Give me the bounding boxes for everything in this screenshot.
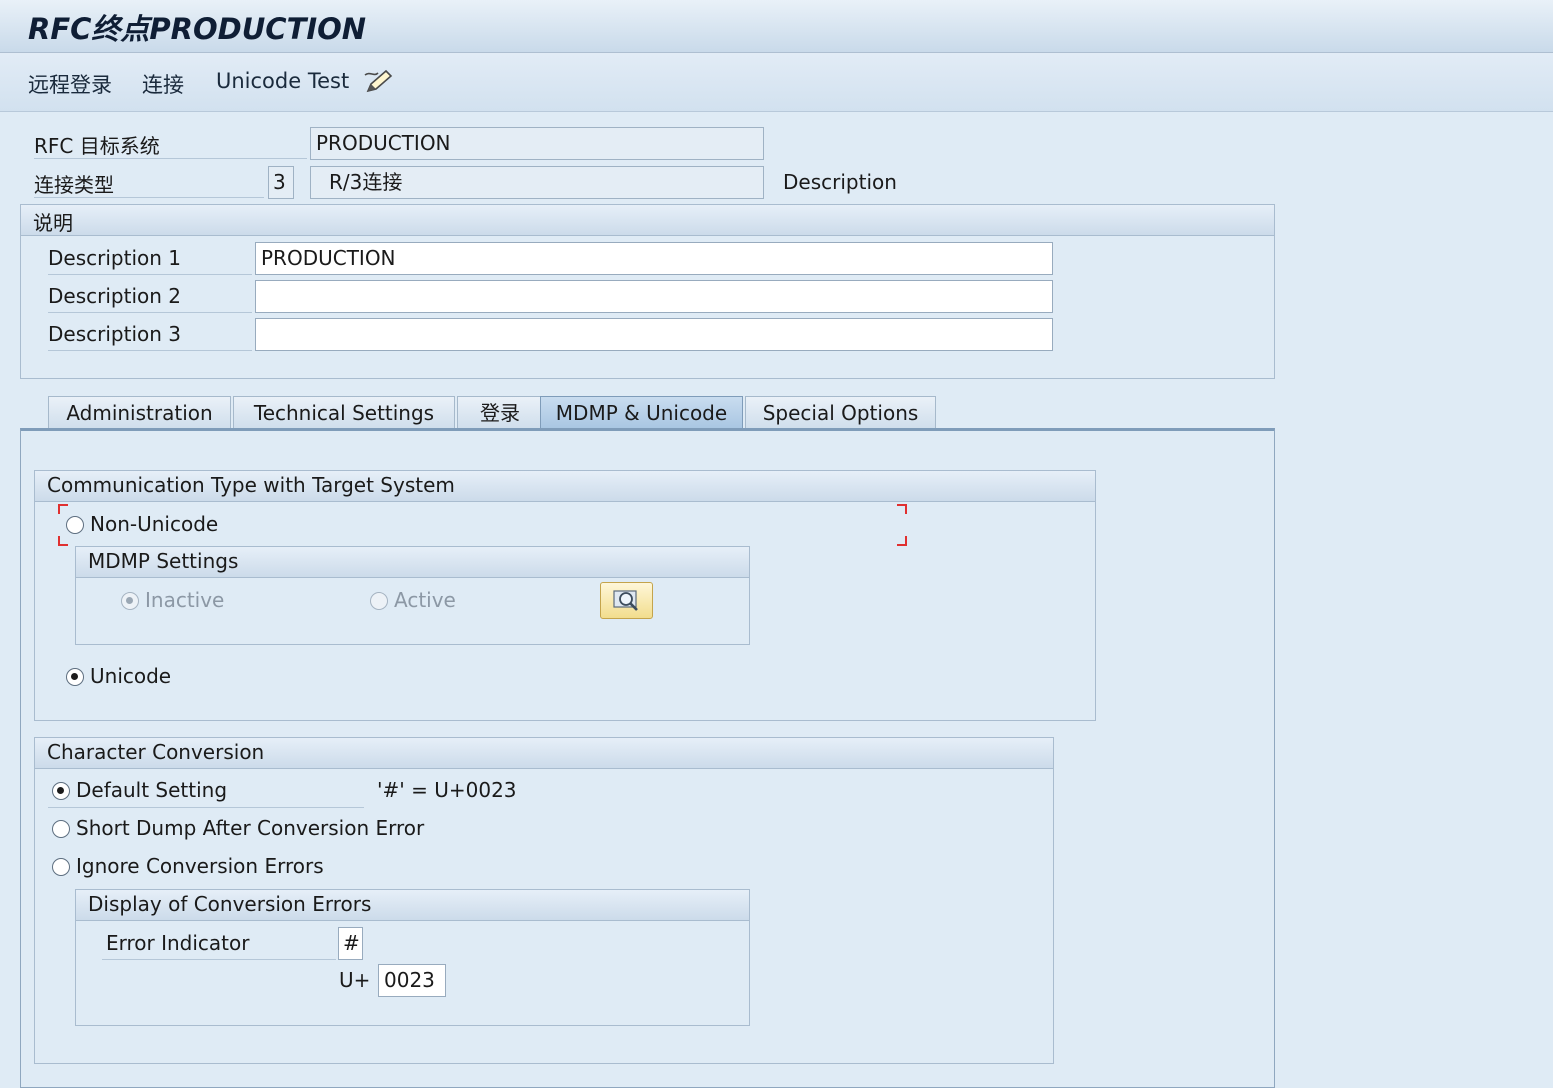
connection-test-button[interactable]: 连接 [142,69,184,99]
tab-logon[interactable]: 登录 [457,396,543,429]
display-conversion-errors-group-header: Display of Conversion Errors [76,890,749,921]
default-setting-note: '#' = U+0023 [377,778,517,802]
tab-administration[interactable]: Administration [48,396,231,429]
short-dump-label: Short Dump After Conversion Error [76,816,425,840]
application-toolbar: 远程登录 连接 Unicode Test [0,53,1553,112]
default-setting-radio[interactable] [52,782,70,800]
ignore-errors-label: Ignore Conversion Errors [76,854,324,878]
remote-login-button[interactable]: 远程登录 [28,69,112,99]
description-3-label: Description 3 [48,322,252,351]
unicode-radio[interactable] [66,668,84,686]
description-label: Description [783,170,897,194]
description-group-header: 说明 [21,205,1274,236]
mdmp-active-radio[interactable] [370,592,388,610]
character-conversion-group-header: Character Conversion [35,738,1053,769]
title-bar: RFC终点PRODUCTION [0,0,1553,53]
non-unicode-radio[interactable] [66,516,84,534]
description-3-label-text: Description 3 [48,322,181,346]
description-2-input[interactable] [255,280,1053,313]
non-unicode-label: Non-Unicode [90,512,219,536]
mdmp-details-button[interactable] [600,582,653,619]
default-setting-label: Default Setting [76,778,228,802]
focus-corner-bottom-left [58,536,68,546]
edit-pencil-icon[interactable] [362,67,396,97]
mdmp-settings-title: MDMP Settings [88,549,239,573]
mdmp-active-label: Active [394,588,456,612]
tab-mdmp-unicode[interactable]: MDMP & Unicode [540,396,743,429]
focus-corner-top-right [897,504,907,514]
u-prefix-label: U+ [339,968,371,992]
error-indicator-label: Error Indicator [102,931,336,960]
mdmp-settings-group-header: MDMP Settings [76,547,749,578]
connection-type-code-field[interactable]: 3 [268,166,294,199]
description-1-label-text: Description 1 [48,246,181,270]
search-icon [613,590,638,611]
rfc-destination-label: RFC 目标系统 [34,130,307,159]
short-dump-radio[interactable] [52,820,70,838]
description-1-input[interactable]: PRODUCTION [255,242,1053,275]
communication-type-group-header: Communication Type with Target System [35,471,1095,502]
communication-type-group-title: Communication Type with Target System [47,473,455,497]
window-title: RFC终点PRODUCTION [28,12,367,46]
mdmp-inactive-label: Inactive [145,588,225,612]
unicode-codepoint-input[interactable]: 0023 [378,964,446,997]
error-indicator-input[interactable]: # [338,927,363,960]
error-indicator-label-text: Error Indicator [106,931,250,955]
focus-corner-bottom-right [897,536,907,546]
description-group-title: 说明 [33,211,73,235]
focus-corner-top-left [58,504,68,514]
description-3-input[interactable] [255,318,1053,351]
rfc-destination-field[interactable]: PRODUCTION [310,127,764,160]
unicode-label: Unicode [90,664,172,688]
ignore-errors-radio[interactable] [52,858,70,876]
description-2-label-text: Description 2 [48,284,181,308]
tab-special-options[interactable]: Special Options [745,396,936,429]
connection-type-label-text: 连接类型 [34,173,114,197]
display-conversion-errors-title: Display of Conversion Errors [88,892,372,916]
description-1-label: Description 1 [48,246,252,275]
character-conversion-title: Character Conversion [47,740,265,764]
mdmp-inactive-radio[interactable] [121,592,139,610]
connection-type-text-field: R/3连接 [310,166,764,199]
tab-technical-settings[interactable]: Technical Settings [233,396,455,429]
unicode-test-button[interactable]: Unicode Test [216,69,349,93]
description-2-label: Description 2 [48,284,252,313]
rfc-destination-label-text: RFC 目标系统 [34,134,160,158]
connection-type-label: 连接类型 [34,169,264,198]
